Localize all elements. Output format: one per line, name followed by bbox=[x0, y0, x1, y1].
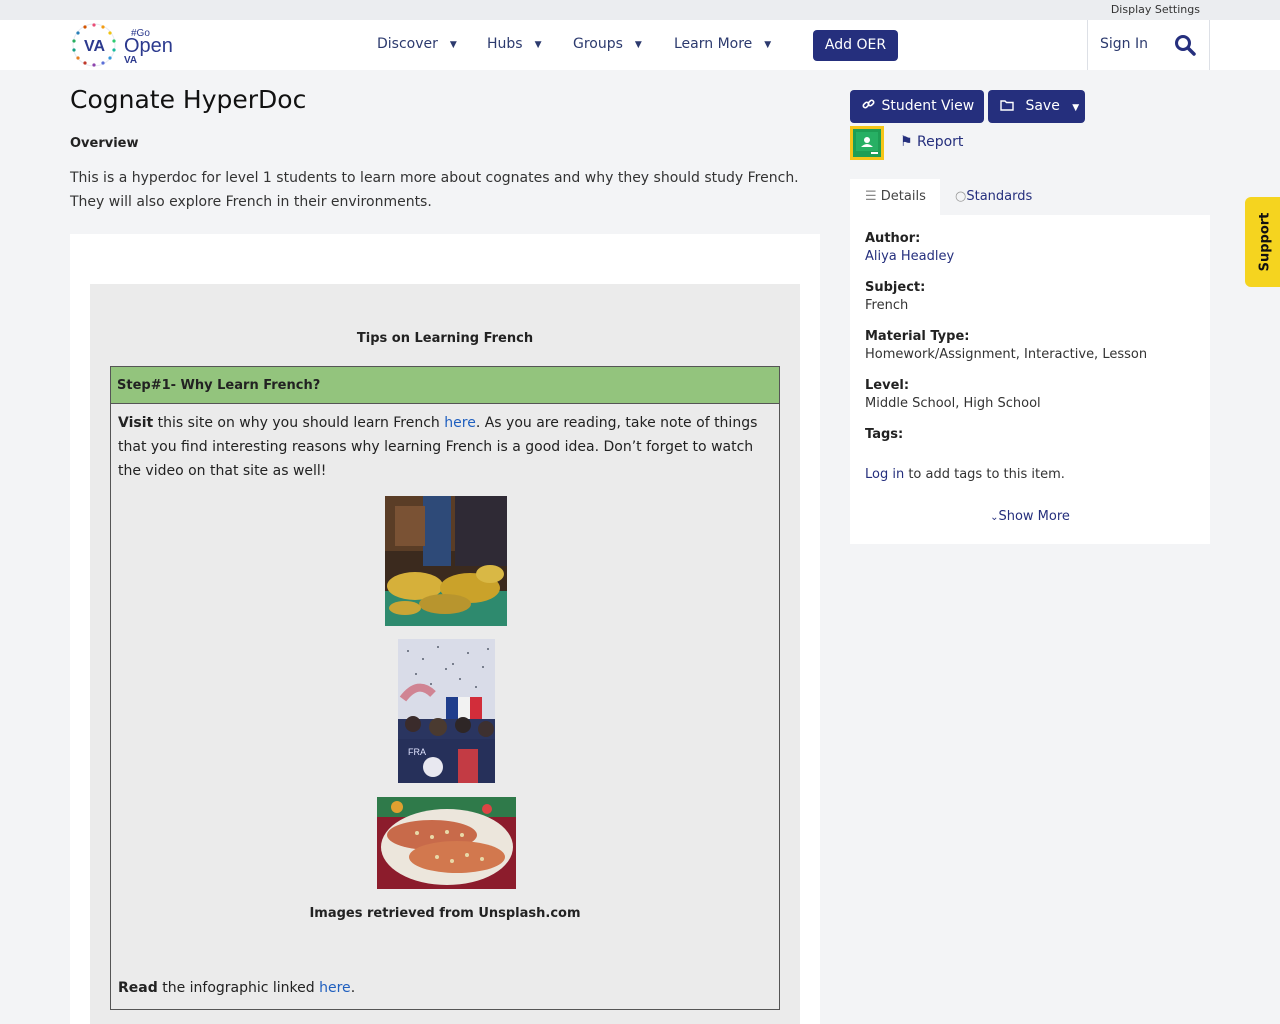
chevron-down-icon: ▼ bbox=[534, 40, 542, 50]
nav-hubs[interactable]: Hubs ▼ bbox=[487, 36, 542, 52]
show-more-label: Show More bbox=[998, 509, 1070, 524]
svg-text:Open: Open bbox=[124, 35, 173, 57]
visit-text-pre: this site on why you should learn French bbox=[153, 415, 445, 431]
svg-text:FRA: FRA bbox=[408, 747, 426, 757]
tags-login-prompt: Log in to add tags to this item. bbox=[865, 467, 1065, 482]
nav-hubs-label: Hubs bbox=[487, 36, 523, 52]
tab-details-label: Details bbox=[880, 189, 926, 204]
svg-text:VA: VA bbox=[84, 38, 105, 55]
folder-icon bbox=[1000, 100, 1014, 111]
visit-bold: Visit bbox=[118, 415, 154, 431]
step-instructions: Visit this site on why you should learn … bbox=[118, 411, 774, 483]
main-navbar: VA #Go Open VA Discover ▼ Hubs ▼ Groups ▼ L… bbox=[0, 20, 1280, 70]
french-flag-crowd-image: FRA bbox=[398, 639, 495, 783]
tags-label: Tags: bbox=[865, 427, 904, 442]
save-label: Save bbox=[1025, 98, 1060, 114]
author-label: Author: bbox=[865, 231, 921, 246]
nav-discover[interactable]: Discover ▼ bbox=[377, 36, 457, 52]
details-panel: Author: Aliya Headley Subject: French Ma… bbox=[850, 215, 1210, 544]
step-table: Step#1- Why Learn French? Visit this sit… bbox=[110, 366, 780, 1010]
search-icon[interactable] bbox=[1174, 34, 1196, 56]
student-view-label: Student View bbox=[881, 98, 975, 114]
read-text-pre: the infographic linked bbox=[157, 980, 320, 996]
material-type-label: Material Type: bbox=[865, 329, 970, 344]
tab-details[interactable]: ☰ Details bbox=[850, 179, 940, 215]
overview-text: This is a hyperdoc for level 1 students … bbox=[70, 170, 799, 210]
chevron-down-icon: ▼ bbox=[449, 40, 457, 50]
report-link[interactable]: ⚑ Report bbox=[900, 134, 963, 150]
student-view-button[interactable]: Student View bbox=[850, 90, 984, 123]
nav-groups[interactable]: Groups ▼ bbox=[573, 36, 642, 52]
market-bananas-image bbox=[385, 496, 507, 626]
level-value: Middle School, High School bbox=[865, 396, 1041, 411]
tips-heading: Tips on Learning French bbox=[356, 331, 534, 346]
sign-in-link[interactable]: Sign In bbox=[1100, 36, 1148, 52]
read-here-link[interactable]: here bbox=[319, 980, 351, 996]
overview-heading: Overview bbox=[70, 136, 139, 151]
nav-learn-more[interactable]: Learn More ▼ bbox=[674, 36, 771, 52]
list-icon: ☰ bbox=[865, 189, 877, 204]
google-classroom-icon[interactable] bbox=[850, 126, 884, 160]
top-utility-bar: Display Settings bbox=[0, 0, 1280, 20]
page-title: Cognate HyperDoc bbox=[70, 85, 307, 114]
tags-login-text: to add tags to this item. bbox=[904, 467, 1065, 482]
level-label: Level: bbox=[865, 378, 910, 393]
step-heading: Step#1- Why Learn French? bbox=[111, 367, 779, 404]
chevron-down-icon: ▼ bbox=[634, 40, 642, 50]
save-button[interactable]: Save ▼ bbox=[988, 90, 1085, 123]
read-instructions: Read the infographic linked here. bbox=[118, 980, 355, 996]
nav-divider bbox=[1209, 20, 1210, 70]
tab-standards[interactable]: ○Standards bbox=[955, 179, 1032, 215]
support-tab[interactable]: Support bbox=[1245, 197, 1280, 287]
chevron-down-icon: ▼ bbox=[764, 40, 772, 50]
show-more-button[interactable]: ⌄Show More bbox=[850, 509, 1210, 524]
material-type-value: Homework/Assignment, Interactive, Lesson bbox=[865, 347, 1148, 362]
grilled-fish-image bbox=[377, 797, 516, 889]
report-label: Report bbox=[917, 134, 964, 150]
log-in-link[interactable]: Log in bbox=[865, 467, 904, 482]
images-credit: Images retrieved from Unsplash.com bbox=[309, 906, 581, 921]
circle-icon: ○ bbox=[955, 189, 967, 204]
svg-text:VA: VA bbox=[124, 55, 137, 66]
read-text-post: . bbox=[350, 980, 356, 996]
display-settings-link[interactable]: Display Settings bbox=[1111, 3, 1200, 16]
add-oer-button[interactable]: Add OER bbox=[813, 30, 898, 61]
goopen-va-logo[interactable]: VA #Go Open VA bbox=[70, 20, 180, 70]
nav-groups-label: Groups bbox=[573, 36, 623, 52]
visit-here-link[interactable]: here bbox=[444, 415, 476, 431]
support-label: Support bbox=[1257, 212, 1273, 272]
flag-icon: ⚑ bbox=[900, 134, 913, 150]
link-icon bbox=[862, 99, 875, 109]
tab-standards-label: Standards bbox=[966, 189, 1033, 204]
nav-divider bbox=[1087, 20, 1088, 70]
nav-discover-label: Discover bbox=[377, 36, 438, 52]
subject-value: French bbox=[865, 298, 909, 313]
subject-label: Subject: bbox=[865, 280, 926, 295]
nav-learn-more-label: Learn More bbox=[674, 36, 753, 52]
read-bold: Read bbox=[118, 980, 158, 996]
caret-down-icon: ▼ bbox=[1072, 103, 1080, 113]
author-link[interactable]: Aliya Headley bbox=[865, 249, 954, 264]
